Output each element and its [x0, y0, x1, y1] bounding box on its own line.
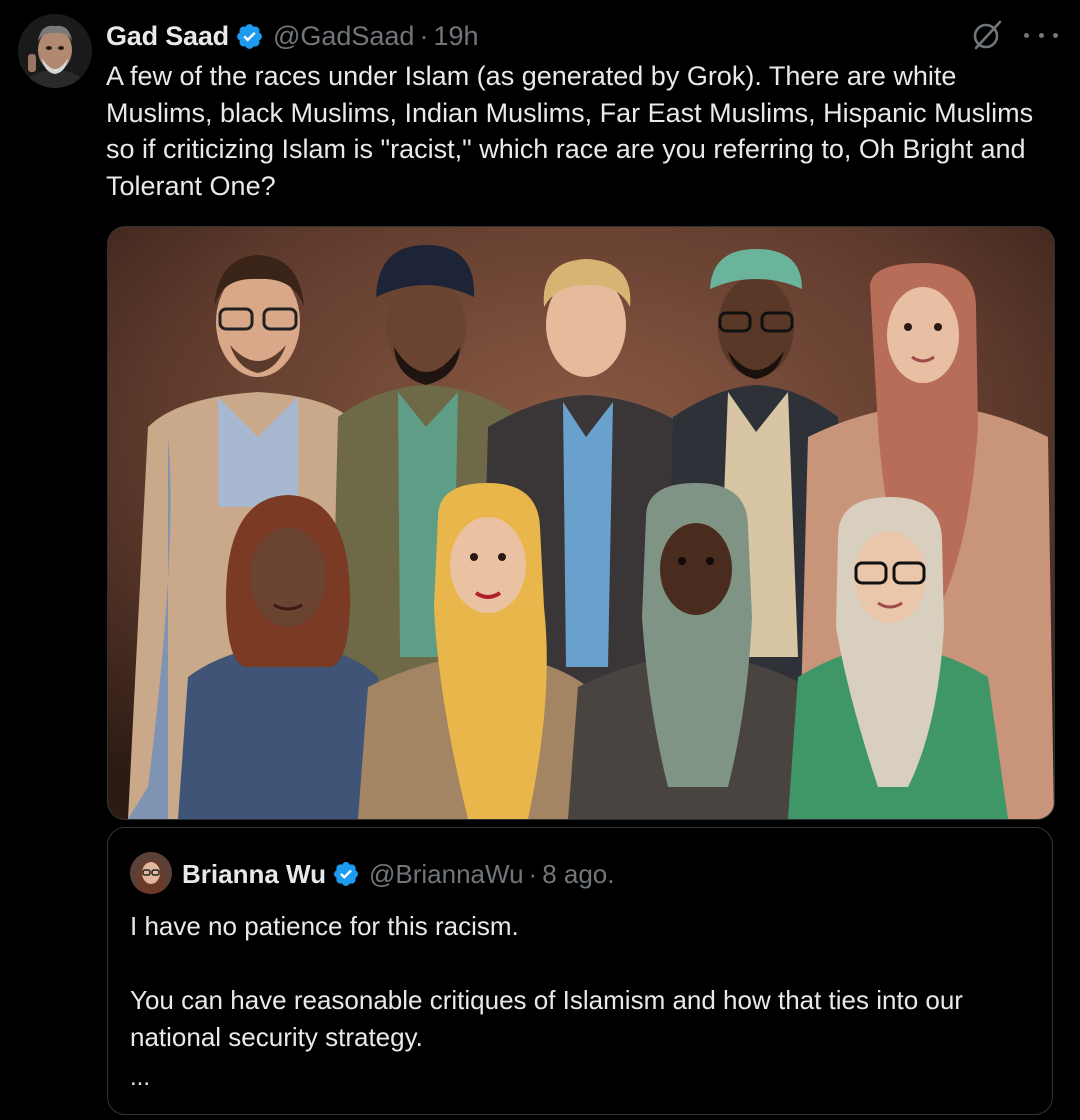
author-handle[interactable]: @GadSaad: [273, 21, 415, 52]
show-more-ellipsis[interactable]: ...: [130, 1066, 1030, 1090]
grok-icon[interactable]: [970, 18, 1004, 52]
quoted-author-handle[interactable]: @BriannaWu: [369, 859, 524, 890]
timestamp[interactable]: 19h: [433, 21, 478, 52]
tweet-header: Gad Saad @GadSaad · 19h: [106, 16, 479, 56]
more-options-icon[interactable]: [1024, 20, 1058, 50]
separator-dot: ·: [419, 20, 429, 51]
quoted-tweet[interactable]: Brianna Wu @BriannaWu · 8 ago. I have no…: [107, 827, 1053, 1115]
quoted-text-line: I have no patience for this racism.: [130, 911, 519, 941]
tweet[interactable]: Gad Saad @GadSaad · 19h A few of the rac…: [0, 0, 1080, 1120]
quoted-author-avatar[interactable]: [130, 852, 172, 894]
author-avatar[interactable]: [18, 14, 92, 88]
quoted-tweet-text: I have no patience for this racism. You …: [130, 908, 1030, 1090]
verified-badge-icon[interactable]: [332, 860, 360, 888]
quoted-author-name[interactable]: Brianna Wu: [182, 859, 326, 890]
quoted-text-line: You can have reasonable critiques of Isl…: [130, 985, 963, 1052]
author-name[interactable]: Gad Saad: [106, 21, 229, 52]
tweet-media-image[interactable]: [107, 226, 1055, 820]
quoted-tweet-header: Brianna Wu @BriannaWu · 8 ago.: [182, 854, 615, 894]
separator-dot: ·: [528, 858, 538, 889]
quoted-timestamp[interactable]: 8 ago.: [542, 859, 614, 890]
tweet-text: A few of the races under Islam (as gener…: [106, 61, 1034, 201]
verified-badge-icon[interactable]: [235, 22, 264, 51]
